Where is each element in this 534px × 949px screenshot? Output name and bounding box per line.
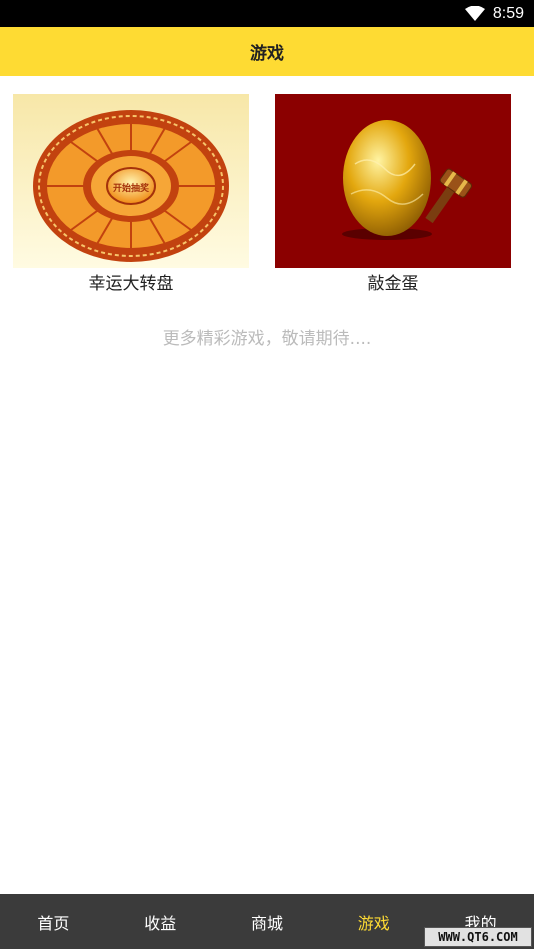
lucky-wheel-image[interactable]: 开始抽奖 <box>13 94 249 268</box>
page-title: 游戏 <box>250 44 284 64</box>
app-bar: 游戏 <box>0 27 534 76</box>
more-games-notice: 更多精彩游戏，敬请期待.... <box>162 329 372 349</box>
golden-egg-image[interactable] <box>275 94 511 268</box>
status-right: 8:59 <box>464 0 524 27</box>
wheel-center-text: 开始抽奖 <box>113 182 150 194</box>
watermark: WWW.QT6.COM <box>424 927 532 947</box>
game-card-golden-egg[interactable]: 敲金蛋 <box>275 94 511 296</box>
tab-home[interactable]: 首页 <box>0 894 107 949</box>
game-label-golden-egg: 敲金蛋 <box>367 274 419 294</box>
games-grid: 开始抽奖 幸运大转盘 敲金蛋 <box>0 94 534 294</box>
game-card-lucky-wheel[interactable]: 开始抽奖 幸运大转盘 <box>13 94 249 296</box>
tab-mall[interactable]: 商城 <box>214 894 321 949</box>
tab-earnings[interactable]: 收益 <box>107 894 214 949</box>
status-bar: 8:59 <box>0 0 534 27</box>
wifi-icon <box>464 5 485 21</box>
tab-games[interactable]: 游戏 <box>320 894 427 949</box>
status-time: 8:59 <box>492 4 524 22</box>
game-label-lucky-wheel: 幸运大转盘 <box>88 274 174 294</box>
